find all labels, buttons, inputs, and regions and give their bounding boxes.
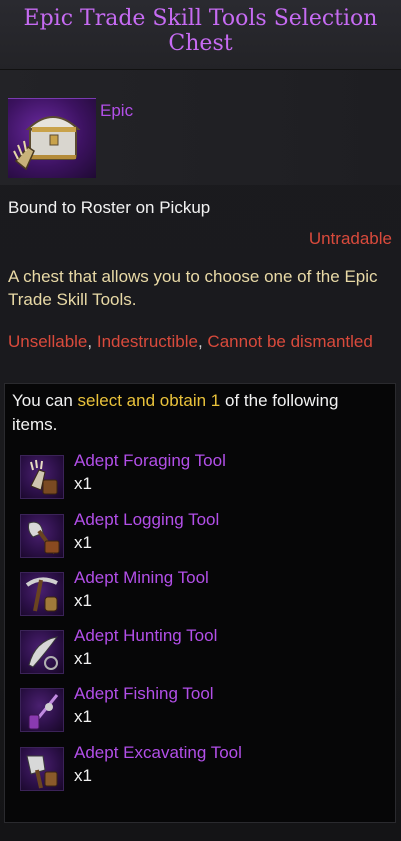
option-quantity: x1 bbox=[74, 474, 92, 493]
hunting-tool-icon bbox=[20, 630, 64, 674]
trade-status: Untradable bbox=[308, 229, 392, 248]
bound-status: Bound to Roster on Pickup bbox=[8, 198, 211, 217]
option-quantity: x1 bbox=[74, 766, 92, 785]
logging-tool-icon bbox=[20, 514, 64, 558]
option-quantity: x1 bbox=[74, 533, 92, 552]
option-quantity: x1 bbox=[74, 707, 92, 726]
option-excavating[interactable]: Adept Excavating Tool x1 bbox=[20, 743, 390, 803]
option-foraging[interactable]: Adept Foraging Tool x1 bbox=[20, 451, 390, 511]
item-tooltip: Epic Trade Skill Tools Selection Chest E… bbox=[0, 0, 401, 841]
restrictions: Unsellable, Indestructible, Cannot be di… bbox=[8, 329, 388, 354]
restriction-separator: , bbox=[87, 332, 97, 351]
restriction-indestructible: Indestructible bbox=[96, 332, 198, 351]
choice-intro-highlight: select and obtain 1 bbox=[77, 391, 221, 410]
choice-intro-pre: You can bbox=[12, 391, 78, 410]
mining-tool-icon bbox=[20, 572, 64, 616]
option-logging[interactable]: Adept Logging Tool x1 bbox=[20, 510, 390, 570]
chest-icon bbox=[8, 98, 96, 178]
option-name: Adept Hunting Tool bbox=[74, 626, 218, 645]
option-name: Adept Foraging Tool bbox=[74, 451, 226, 470]
title-bar: Epic Trade Skill Tools Selection Chest bbox=[0, 0, 401, 70]
option-fishing[interactable]: Adept Fishing Tool x1 bbox=[20, 684, 390, 744]
fishing-tool-icon bbox=[20, 688, 64, 732]
item-description: A chest that allows you to choose one of… bbox=[8, 267, 378, 309]
option-name: Adept Logging Tool bbox=[74, 510, 220, 529]
choice-intro: You can select and obtain 1 of the follo… bbox=[12, 389, 382, 437]
option-quantity: x1 bbox=[74, 591, 92, 610]
foraging-tool-icon bbox=[20, 455, 64, 499]
option-quantity: x1 bbox=[74, 649, 92, 668]
option-hunting[interactable]: Adept Hunting Tool x1 bbox=[20, 626, 390, 686]
option-name: Adept Excavating Tool bbox=[74, 743, 242, 762]
option-name: Adept Mining Tool bbox=[74, 568, 209, 587]
restriction-separator: , bbox=[197, 332, 208, 351]
grade-label: Epic bbox=[100, 101, 134, 120]
option-name: Adept Fishing Tool bbox=[74, 684, 214, 703]
option-mining[interactable]: Adept Mining Tool x1 bbox=[20, 568, 390, 628]
excavating-tool-icon bbox=[20, 747, 64, 791]
item-title: Epic Trade Skill Tools Selection Chest bbox=[23, 6, 378, 56]
restriction-unsellable: Unsellable bbox=[8, 332, 88, 351]
restriction-cannot-dismantle: Cannot be dismantled bbox=[207, 332, 373, 351]
